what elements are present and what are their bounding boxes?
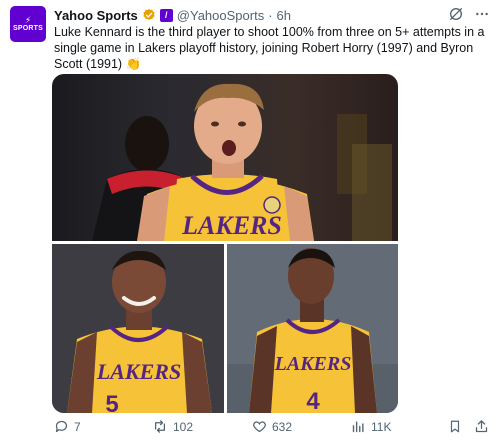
media-grid: LAKERS LAKERS 5 LAKERS 4 xyxy=(52,74,398,413)
reply-button[interactable]: 7 xyxy=(54,419,81,434)
timestamp[interactable]: 6h xyxy=(277,8,291,23)
repost-count: 102 xyxy=(173,419,194,434)
jersey-text-bl: LAKERS xyxy=(96,359,181,384)
display-name[interactable]: Yahoo Sports xyxy=(54,8,138,23)
jersey-text-br: LAKERS xyxy=(274,353,352,375)
jersey-text-top: LAKERS xyxy=(181,211,282,240)
tweet-header: Yahoo Sports / @YahooSports · 6h xyxy=(54,7,291,23)
tweet-text: Luke Kennard is the third player to shoo… xyxy=(54,25,485,71)
bookmark-button[interactable] xyxy=(448,419,462,434)
share-button[interactable] xyxy=(474,419,489,434)
heart-icon xyxy=(252,419,267,434)
account-handle[interactable]: @YahooSports xyxy=(177,8,264,23)
top-actions xyxy=(448,6,490,22)
more-icon[interactable] xyxy=(474,6,490,22)
jersey-number-bl: 5 xyxy=(105,391,118,413)
photo-byron-scott[interactable]: LAKERS 5 xyxy=(52,244,224,413)
grok-icon[interactable] xyxy=(448,6,464,22)
views-chart-icon xyxy=(351,419,366,434)
like-count: 632 xyxy=(272,419,293,434)
views-count: 11K xyxy=(371,419,392,434)
avatar[interactable]: ⚡ SPORTS xyxy=(10,6,46,42)
like-button[interactable]: 632 xyxy=(252,419,292,434)
action-bar: 7 102 632 11K xyxy=(54,419,494,437)
yahoo-logo-mark: ⚡ xyxy=(24,14,32,25)
affiliate-badge: / xyxy=(159,8,173,22)
bookmark-icon xyxy=(448,419,462,434)
share-icon xyxy=(474,419,489,434)
photo-robert-horry[interactable]: LAKERS 4 xyxy=(227,244,398,413)
photo-kennard[interactable]: LAKERS xyxy=(52,74,398,241)
verified-badge-icon xyxy=(142,8,156,22)
tweet: ⚡ SPORTS Yahoo Sports / @YahooSports · 6… xyxy=(0,0,500,440)
separator-dot: · xyxy=(268,7,273,23)
repost-icon xyxy=(152,419,168,434)
reply-icon xyxy=(54,419,69,434)
repost-button[interactable]: 102 xyxy=(152,419,193,434)
reply-count: 7 xyxy=(74,419,81,434)
avatar-label: SPORTS xyxy=(13,24,43,32)
views-button[interactable]: 11K xyxy=(351,419,391,434)
jersey-number-br: 4 xyxy=(306,388,320,413)
